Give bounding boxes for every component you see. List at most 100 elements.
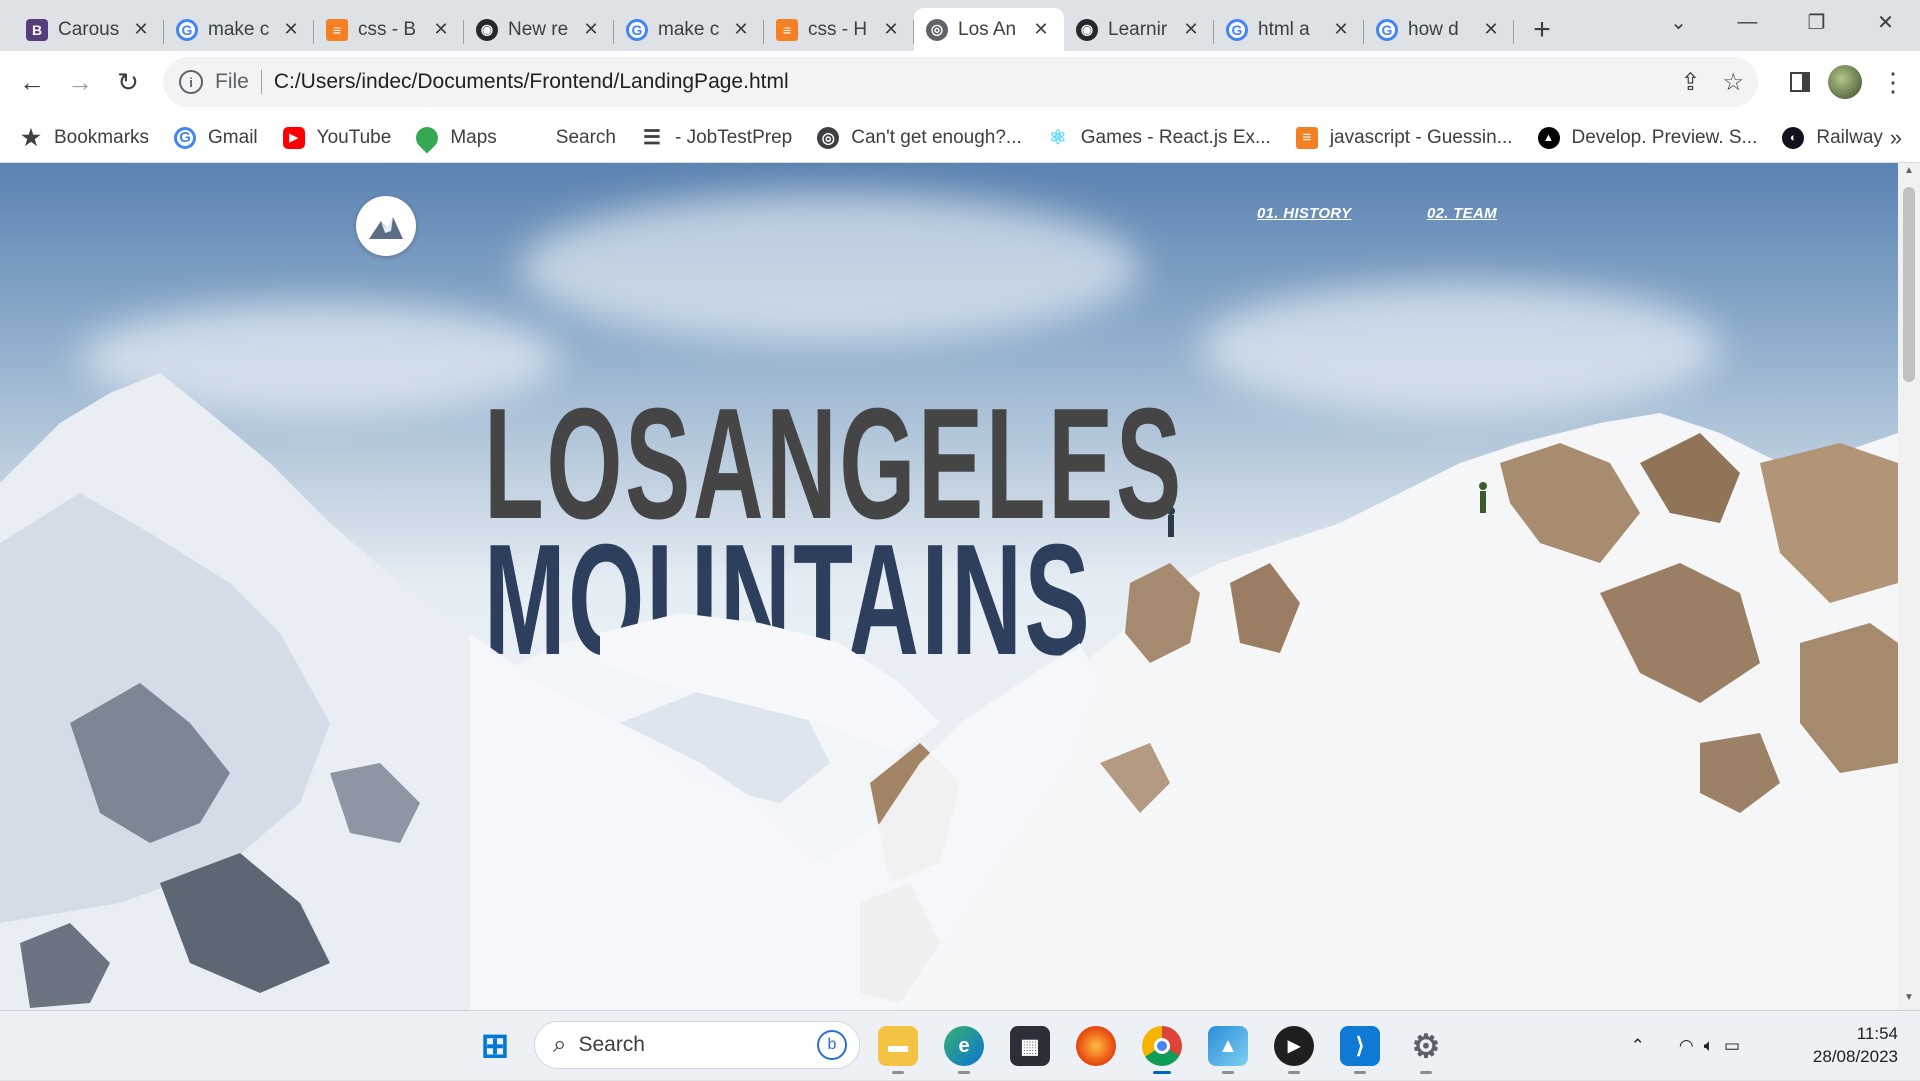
tab[interactable]: Gmake c ✕ [614,8,764,51]
chrome-icon[interactable] [1142,1026,1182,1074]
back-icon[interactable]: ← [8,58,56,106]
tab[interactable]: B Carous ✕ [14,8,164,51]
stackoverflow-icon: ≡ [1295,126,1318,149]
bookmark-label: Bookmarks [54,126,150,148]
bookmark-item[interactable]: Maps [411,121,497,154]
tab[interactable]: ≡ css - B ✕ [314,8,464,51]
volume-icon[interactable]: 🔈︎ [1704,1036,1714,1056]
browser-toolbar: ← → ↻ i File C:/Users/indec/Documents/Fr… [0,51,1920,113]
taskbar-search-label: Search [578,1033,645,1056]
new-tab-button[interactable]: + [1520,8,1564,51]
bookmark-item[interactable]: ◎ Can't get enough?... [817,126,1022,149]
bookmark-item[interactable]: G Gmail [174,126,258,149]
scrollbar-thumb[interactable] [1903,187,1915,382]
close-tab-icon[interactable]: ✕ [430,19,452,40]
bookmark-item[interactable]: Search [522,127,616,149]
file-explorer-icon[interactable]: ▬ [878,1026,918,1074]
wifi-icon[interactable]: ◠ [1679,1036,1694,1056]
close-tab-icon[interactable]: ✕ [280,19,302,40]
reload-icon[interactable]: ↻ [104,58,152,106]
close-tab-icon[interactable]: ✕ [880,19,902,40]
tab[interactable]: Gmake c ✕ [164,8,314,51]
close-tab-icon[interactable]: ✕ [1330,19,1352,40]
scroll-down-icon[interactable]: ▼ [1898,992,1920,1010]
info-icon[interactable]: i [179,70,203,94]
edge-icon[interactable]: e [944,1026,984,1074]
firefox-icon[interactable] [1076,1026,1116,1066]
bootstrap-icon: B [26,18,48,41]
close-window-icon[interactable]: ✕ [1851,0,1920,44]
tab-title: how d [1408,18,1459,40]
media-player-icon[interactable]: ▶ [1274,1026,1314,1074]
bookmarks-overflow-icon[interactable]: » [1890,125,1902,151]
bookmark-star-icon[interactable]: ☆ [1722,68,1744,97]
system-tray: ⌃ ◠ 🔈︎ ▭ [1631,1011,1740,1081]
bookmark-item[interactable]: ▶ YouTube [282,126,392,149]
tab-title: make c [658,18,720,40]
vscode-icon[interactable]: ⟩ [1340,1026,1380,1074]
scroll-up-icon[interactable]: ▲ [1898,165,1920,183]
bing-icon[interactable]: b [817,1030,847,1060]
tab-active[interactable]: ◎ Los An ✕ [914,8,1064,51]
show-hidden-icons-icon[interactable]: ⌃ [1631,1036,1645,1056]
bookmark-label: Railway [1816,126,1883,148]
bookmark-item[interactable]: ★ Bookmarks [20,124,150,150]
forward-icon[interactable]: → [56,58,104,106]
bookmark-label: Games - React.js Ex... [1080,126,1271,148]
tab[interactable]: ≡ css - H ✕ [764,8,914,51]
share-icon[interactable]: ⇪ [1680,68,1700,97]
windows-start-icon[interactable]: ⊞ [475,1026,515,1066]
battery-icon[interactable]: ▭ [1724,1036,1740,1056]
tab-title: make c [208,18,270,40]
address-bar[interactable]: i File C:/Users/indec/Documents/Frontend… [163,57,1758,107]
tab[interactable]: Ghow d ✕ [1364,8,1514,51]
page-scrollbar[interactable]: ▲ ▼ [1898,163,1920,1010]
bookmark-label: Can't get enough?... [851,126,1022,148]
bookmark-label: Gmail [208,126,258,148]
search-icon: ⌕ [553,1031,567,1058]
close-tab-icon[interactable]: ✕ [730,19,752,40]
close-tab-icon[interactable]: ✕ [1480,19,1502,40]
google-icon: G [1376,18,1398,41]
close-tab-icon[interactable]: ✕ [130,19,152,40]
store-icon[interactable]: ▦ [1010,1026,1050,1066]
bookmark-label: Develop. Preview. S... [1571,126,1758,148]
github-icon: ◉ [476,18,498,41]
clock[interactable]: 11:54 28/08/2023 [1813,1022,1898,1068]
settings-icon[interactable]: ⚙ [1406,1026,1446,1074]
bookmark-item[interactable]: ◐ Railway [1782,126,1883,149]
close-tab-icon[interactable]: ✕ [1030,19,1052,40]
menu-kebab-icon[interactable]: ⋮ [1880,67,1906,98]
bookmark-item[interactable]: ☰ - JobTestPrep [641,127,792,150]
restore-icon[interactable]: ❐ [1782,0,1851,44]
google-icon: G [174,126,197,149]
bookmark-item[interactable]: ▲ Develop. Preview. S... [1537,126,1758,149]
landing-page: 01. HISTORY 02. TEAM LOSANGELES MOUNTAIN… [0,163,1898,1010]
bookmark-label: YouTube [316,126,392,148]
tab-title: Carous [58,18,120,40]
railway-icon: ◐ [1782,126,1805,149]
minimize-icon[interactable]: — [1713,0,1782,44]
side-panel-icon[interactable] [1790,72,1810,92]
photos-icon[interactable]: ▲ [1208,1026,1248,1074]
globe-icon: ◎ [817,126,840,149]
bookmark-item[interactable]: ≡ javascript - Guessin... [1295,126,1513,149]
tab-title: css - B [358,18,417,40]
tab[interactable]: Ghtml a ✕ [1214,8,1364,51]
tab[interactable]: ◉ New re ✕ [464,8,614,51]
profile-avatar[interactable] [1828,65,1862,99]
star-icon: ★ [21,124,41,150]
url-text[interactable]: C:/Users/indec/Documents/Frontend/Landin… [274,70,789,94]
close-tab-icon[interactable]: ✕ [1180,19,1202,40]
maps-icon [411,121,443,154]
taskbar-search[interactable]: ⌕ Search b [534,1021,860,1069]
google-icon: G [1226,18,1248,41]
bookmark-item[interactable]: ⚛ Games - React.js Ex... [1047,126,1271,150]
close-tab-icon[interactable]: ✕ [580,19,602,40]
tab-search-icon[interactable]: ⌄ [1644,0,1713,44]
tab-title: Los An [958,18,1017,40]
clock-time: 11:54 [1856,1024,1898,1043]
tab-title: html a [1258,18,1310,40]
tab[interactable]: ◉ Learnir ✕ [1064,8,1214,51]
react-icon: ⚛ [1048,127,1067,149]
